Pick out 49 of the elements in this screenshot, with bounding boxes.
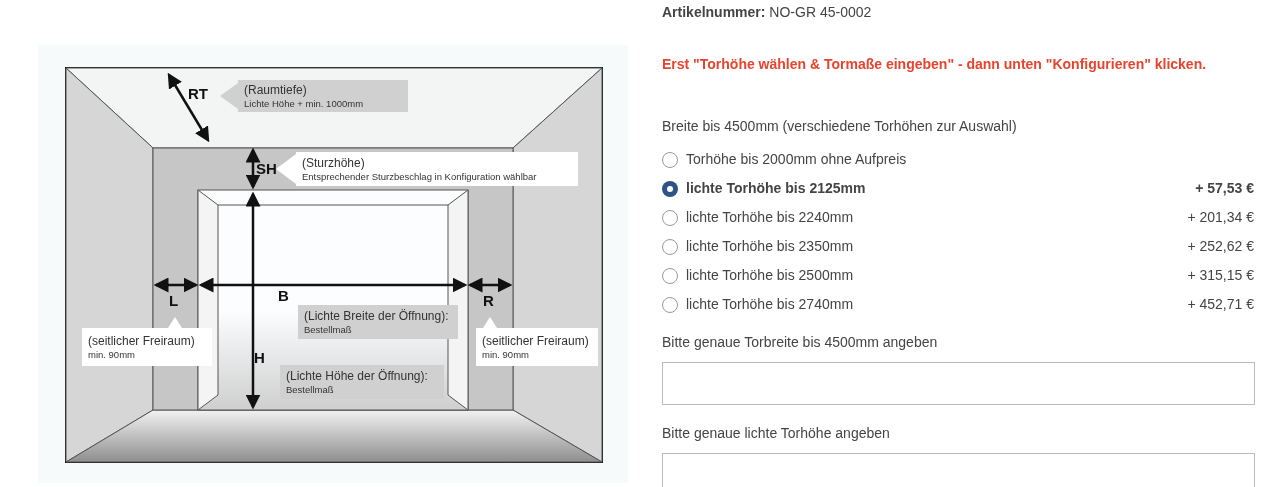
radio-option[interactable]: lichte Torhöhe bis 2240mm + 201,34 € — [662, 203, 1255, 232]
option-label: lichte Torhöhe bis 2500mm — [686, 266, 854, 285]
dimension-letter: SH — [256, 161, 277, 176]
callout-note: Bestellmaß — [286, 383, 335, 396]
field-label: Bitte genaue lichte Torhöhe angeben — [662, 424, 891, 443]
dimension-letter: R — [483, 293, 494, 308]
article-number: Artikelnummer: NO-GR 45-0002 — [662, 3, 873, 22]
callout-title: (Lichte Breite der Öffnung): — [304, 308, 450, 324]
radio-option[interactable]: lichte Torhöhe bis 2125mm + 57,53 € — [662, 174, 1255, 203]
option-price: + 452,71 € — [1187, 295, 1254, 314]
input-field[interactable] — [662, 362, 1255, 405]
dimension-letter: RT — [188, 86, 208, 101]
radio-button[interactable] — [662, 296, 678, 313]
option-group-title: Breite bis 4500mm (verschiedene Torhöhen zur Auswahl) — [662, 117, 1018, 136]
radio-button[interactable] — [662, 180, 678, 197]
field-label: Bitte genaue Torbreite bis 4500mm angeben — [662, 333, 939, 352]
callout-title: (Lichte Höhe der Öffnung): — [286, 368, 429, 384]
dimension-arrow — [167, 72, 210, 143]
callout-title: (Sturzhöhe) — [302, 155, 366, 171]
option-label: lichte Torhöhe bis 2125mm — [686, 179, 866, 198]
option-label: Torhöhe bis 2000mm ohne Aufpreis — [686, 150, 907, 169]
option-price: + 315,15 € — [1187, 266, 1254, 285]
option-price: + 57,53 € — [1195, 179, 1254, 198]
dimension-letter: B — [278, 288, 289, 303]
callout-note: min. 90mm — [482, 348, 530, 361]
notice-text: Erst "Torhöhe wählen & Tormaße eingeben" - dann unten "Konfigurieren" klicken. — [662, 55, 1208, 74]
option-label: lichte Torhöhe bis 2350mm — [686, 237, 854, 256]
radio-button[interactable] — [662, 267, 678, 284]
callout-note: Entsprechender Sturzbeschlag in Konfiguration wählbar — [302, 170, 538, 183]
callout-note: Bestellmaß — [304, 323, 353, 336]
input-field[interactable] — [662, 453, 1255, 487]
option-label: lichte Torhöhe bis 2240mm — [686, 208, 854, 227]
callout-title: (Raumtiefe) — [244, 82, 308, 98]
dimension-letter: L — [169, 293, 179, 308]
radio-option[interactable]: lichte Torhöhe bis 2350mm + 252,62 € — [662, 232, 1255, 261]
option-label: lichte Torhöhe bis 2740mm — [686, 295, 854, 314]
callout-title: (seitlicher Freiraum) — [482, 333, 590, 349]
radio-button[interactable] — [662, 238, 678, 255]
radio-option[interactable]: lichte Torhöhe bis 2500mm + 315,15 € — [662, 261, 1255, 290]
radio-option[interactable]: Torhöhe bis 2000mm ohne Aufpreis — [662, 145, 1255, 174]
dimension-letter: H — [254, 350, 265, 365]
radio-button[interactable] — [662, 151, 678, 168]
option-price: + 201,34 € — [1187, 208, 1254, 227]
option-price: + 252,62 € — [1187, 237, 1254, 256]
callout-title: (seitlicher Freiraum) — [88, 333, 196, 349]
radio-option[interactable]: lichte Torhöhe bis 2740mm + 452,71 € — [662, 290, 1255, 319]
callout-note: Lichte Höhe + min. 1000mm — [244, 97, 365, 110]
radio-button[interactable] — [662, 209, 678, 226]
callout-note: min. 90mm — [88, 348, 136, 361]
